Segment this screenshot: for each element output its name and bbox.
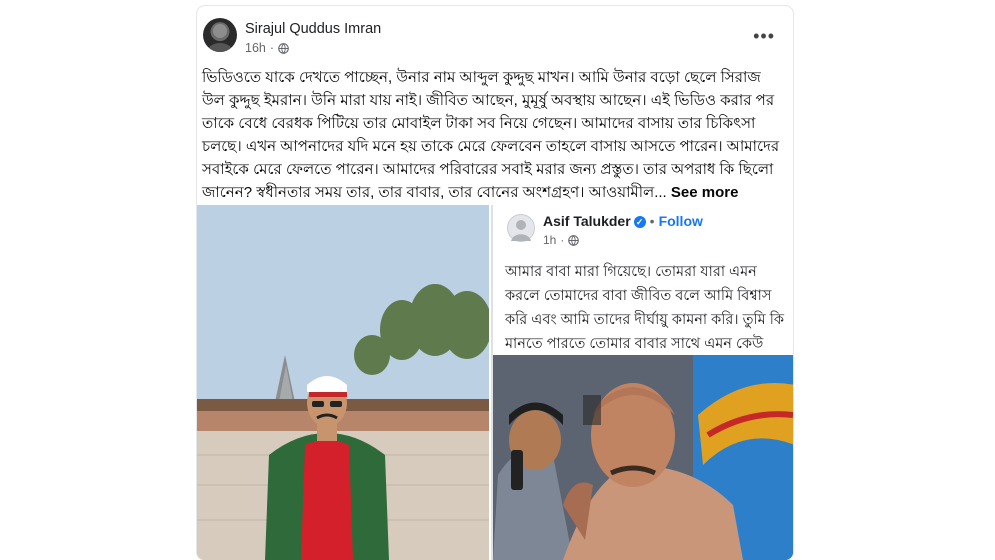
post-body-text: ভিডিওতে যাকে দেখতে পাচ্ছেন, উনার নাম আব্…: [202, 69, 780, 201]
post-text: ভিডিওতে যাকে দেখতে পাচ্ছেন, উনার নাম আব্…: [202, 66, 782, 204]
post-media[interactable]: Asif Talukder ✓ • Follow 1h · আমার বাবা মার…: [197, 205, 793, 560]
post-meta: 16h ·: [245, 41, 289, 55]
video-still-photo[interactable]: [493, 355, 793, 560]
more-options-icon[interactable]: •••: [753, 26, 775, 47]
globe-icon: [568, 234, 580, 246]
post-author-name[interactable]: Sirajul Quddus Imran: [245, 21, 381, 37]
shared-post-meta: 1h ·: [543, 233, 580, 247]
post-timestamp[interactable]: 16h: [245, 41, 266, 55]
shared-author-avatar[interactable]: [507, 214, 535, 242]
see-more-link[interactable]: See more: [671, 184, 739, 201]
author-avatar[interactable]: [203, 18, 237, 52]
separator-dot: •: [649, 213, 655, 229]
shared-post-card[interactable]: Asif Talukder ✓ • Follow 1h · আমার বাবা মার…: [491, 205, 793, 560]
verified-badge-icon: ✓: [633, 216, 646, 228]
shared-post-timestamp[interactable]: 1h: [543, 233, 556, 247]
post-header: Sirajul Quddus Imran 16h · •••: [197, 6, 793, 66]
memorial-photo[interactable]: [197, 205, 489, 560]
shared-author-name[interactable]: Asif Talukder: [543, 213, 631, 229]
facebook-post-card: Sirajul Quddus Imran 16h · ••• ভিডিওতে য…: [197, 6, 793, 560]
follow-button[interactable]: Follow: [659, 213, 703, 229]
shared-post-header: Asif Talukder ✓ • Follow: [543, 213, 703, 229]
globe-icon: [278, 42, 289, 54]
